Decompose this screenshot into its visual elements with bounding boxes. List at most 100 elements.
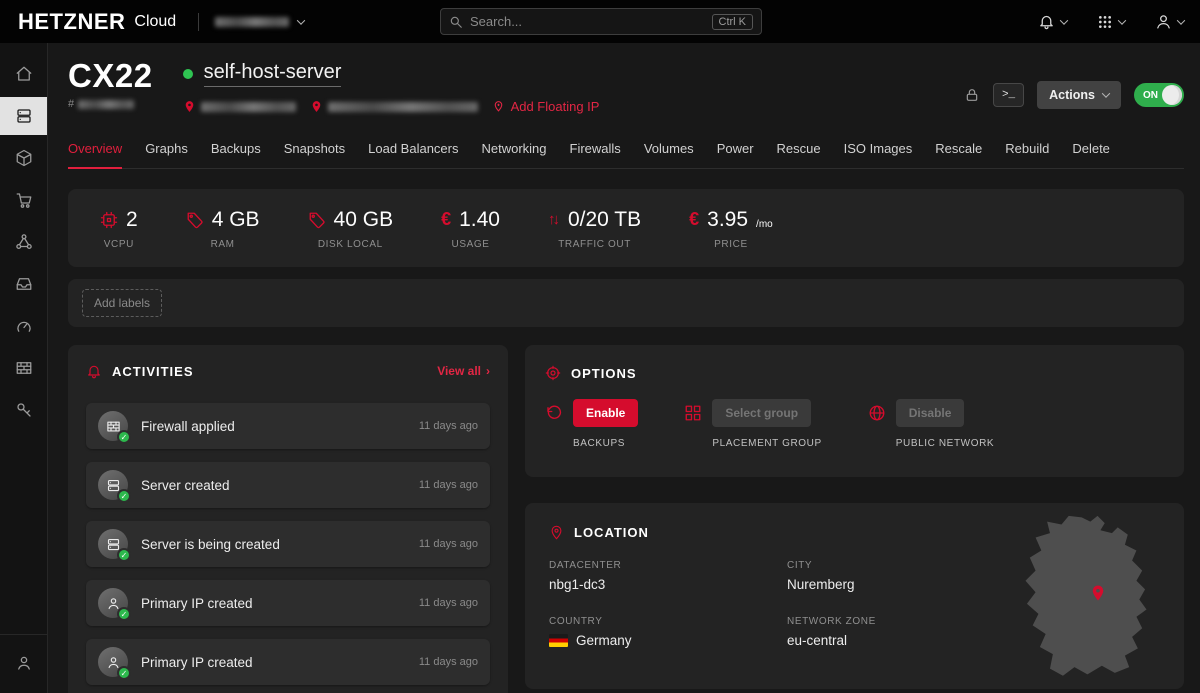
actions-label: Actions — [1049, 88, 1095, 102]
hetzner-logo[interactable]: HETZNER — [18, 9, 125, 35]
sidebar-item-metrics[interactable] — [0, 305, 47, 347]
search-shortcut: Ctrl K — [712, 14, 754, 30]
check-icon: ✓ — [117, 548, 131, 562]
console-button[interactable]: >_ — [993, 83, 1024, 107]
tab-backups[interactable]: Backups — [211, 141, 261, 168]
chevron-down-icon — [1118, 16, 1126, 24]
tab-rescue[interactable]: Rescue — [777, 141, 821, 168]
account-menu[interactable] — [1155, 13, 1184, 30]
tab-iso-images[interactable]: ISO Images — [844, 141, 913, 168]
globe-icon — [868, 404, 886, 422]
location-card: LOCATION DATACENTER nbg1-dc3 CITY Nuremb… — [525, 503, 1184, 689]
gauge-icon — [15, 317, 33, 335]
package-icon — [15, 149, 33, 167]
field-label: NETWORK ZONE — [787, 616, 1025, 627]
server-name[interactable]: self-host-server — [204, 61, 342, 87]
field-label: COUNTRY — [549, 616, 787, 627]
stat-label: PRICE — [714, 239, 748, 250]
options-title: OPTIONS — [571, 366, 637, 381]
sidebar-item-security[interactable] — [0, 389, 47, 431]
activity-avatar: ✓ — [98, 529, 128, 559]
option-backups: Enable BACKUPS — [545, 399, 638, 449]
power-toggle[interactable]: ON — [1134, 83, 1184, 107]
tab-firewalls[interactable]: Firewalls — [570, 141, 621, 168]
check-icon: ✓ — [117, 430, 131, 444]
sidebar-item-load-balancers[interactable] — [0, 179, 47, 221]
sidebar-item-floating-ips[interactable] — [0, 263, 47, 305]
tab-networking[interactable]: Networking — [481, 141, 546, 168]
tab-rescale[interactable]: Rescale — [935, 141, 982, 168]
sidebar-item-networks[interactable] — [0, 221, 47, 263]
activity-time: 11 days ago — [419, 656, 478, 668]
select-group-button: Select group — [712, 399, 811, 427]
up-down-arrows-icon: ↑↓ — [548, 211, 560, 228]
labels-card: Add labels — [68, 279, 1184, 327]
option-label: PUBLIC NETWORK — [896, 438, 994, 449]
germany-map — [1002, 513, 1170, 683]
bell-icon — [1038, 13, 1055, 30]
search-input[interactable] — [470, 14, 705, 29]
cpu-icon — [100, 211, 118, 229]
activity-avatar: ✓ — [98, 470, 128, 500]
search-bar[interactable]: Ctrl K — [440, 8, 762, 35]
euro-icon: € — [689, 209, 699, 230]
tab-graphs[interactable]: Graphs — [145, 141, 188, 168]
option-public-network: Disable PUBLIC NETWORK — [868, 399, 994, 449]
tab-snapshots[interactable]: Snapshots — [284, 141, 345, 168]
sidebar-item-usage[interactable] — [0, 642, 47, 684]
key-icon — [15, 401, 33, 419]
chevron-right-icon: › — [486, 364, 490, 378]
header-actions: >_ Actions ON — [964, 59, 1184, 109]
tab-rebuild[interactable]: Rebuild — [1005, 141, 1049, 168]
option-placement-group: Select group PLACEMENT GROUP — [684, 399, 821, 449]
server-type-block: CX22 # — [68, 59, 153, 110]
notifications-menu[interactable] — [1038, 13, 1067, 30]
activity-row[interactable]: ✓ Primary IP created 11 days ago — [86, 580, 490, 626]
home-icon — [15, 65, 33, 83]
apps-menu[interactable] — [1097, 14, 1125, 30]
activity-label: Firewall applied — [141, 419, 235, 434]
tab-power[interactable]: Power — [717, 141, 754, 168]
activity-label: Primary IP created — [141, 655, 253, 670]
field-datacenter: DATACENTER nbg1-dc3 — [549, 560, 787, 592]
stat-usage: € 1.40 USAGE — [441, 207, 500, 250]
stat-value: 1.40 — [459, 208, 500, 232]
field-label: CITY — [787, 560, 1025, 571]
activity-row[interactable]: ✓ Primary IP created 11 days ago — [86, 639, 490, 685]
location-pin-icon — [549, 525, 564, 540]
enable-backups-button[interactable]: Enable — [573, 399, 638, 427]
view-all-link[interactable]: View all › — [437, 364, 490, 378]
tray-icon — [15, 275, 33, 293]
field-label: DATACENTER — [549, 560, 787, 571]
chevron-down-icon — [1060, 16, 1068, 24]
activity-row[interactable]: ✓ Server is being created 11 days ago — [86, 521, 490, 567]
sidebar-item-servers[interactable] — [0, 97, 47, 135]
ipv6-address — [310, 100, 478, 113]
sidebar-item-volumes[interactable] — [0, 137, 47, 179]
sidebar-item-home[interactable] — [0, 53, 47, 95]
activity-avatar: ✓ — [98, 588, 128, 618]
tab-volumes[interactable]: Volumes — [644, 141, 694, 168]
lock-icon[interactable] — [964, 87, 980, 103]
actions-button[interactable]: Actions — [1037, 81, 1121, 109]
location-pin-icon — [310, 100, 323, 113]
add-labels-button[interactable]: Add labels — [82, 289, 162, 317]
server-stats-card: 2 VCPU 4 GB RAM — [68, 189, 1184, 267]
add-floating-ip-link[interactable]: Add Floating IP — [492, 99, 600, 114]
activity-row[interactable]: ✓ Firewall applied 11 days ago — [86, 403, 490, 449]
activity-avatar: ✓ — [98, 411, 128, 441]
options-card: OPTIONS Enable BACKUPS — [525, 345, 1184, 477]
tab-delete[interactable]: Delete — [1072, 141, 1110, 168]
pin-plus-icon — [492, 100, 505, 113]
user-badge-icon — [15, 654, 33, 672]
tab-overview[interactable]: Overview — [68, 141, 122, 169]
stat-label: VCPU — [104, 239, 134, 250]
germany-flag-icon — [549, 634, 568, 647]
stat-value-suffix: /mo — [756, 219, 773, 233]
germany-silhouette — [1002, 513, 1170, 683]
activity-row[interactable]: ✓ Server created 11 days ago — [86, 462, 490, 508]
tab-load-balancers[interactable]: Load Balancers — [368, 141, 458, 168]
topbar-actions — [1038, 13, 1184, 30]
sidebar-item-firewalls[interactable] — [0, 347, 47, 389]
project-selector[interactable] — [215, 17, 304, 27]
